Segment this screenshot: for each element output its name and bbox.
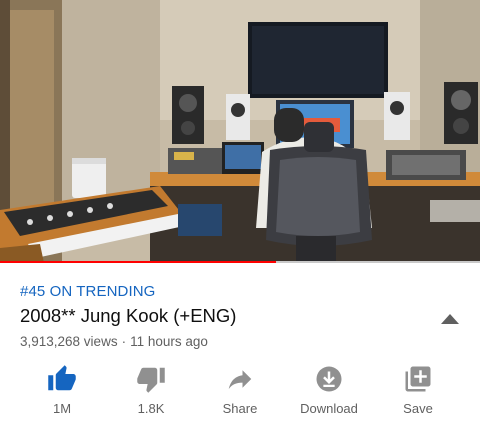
expand-description-button[interactable] — [437, 311, 463, 327]
video-player[interactable] — [0, 0, 480, 263]
upload-age: 11 hours ago — [130, 334, 208, 349]
share-label: Share — [222, 401, 258, 416]
thumb-up-icon — [47, 364, 77, 394]
view-count: 3,913,268 views — [20, 334, 118, 349]
like-count: 1M — [52, 401, 72, 416]
download-label: Download — [300, 401, 358, 416]
playlist-add-icon — [403, 364, 433, 394]
video-frame — [0, 0, 480, 263]
thumb-down-icon — [136, 364, 166, 394]
share-icon — [225, 364, 255, 394]
save-button[interactable]: Save — [373, 358, 463, 420]
progress-track[interactable] — [0, 261, 480, 263]
chevron-up-icon — [441, 314, 459, 324]
progress-fill — [0, 261, 276, 263]
meta-separator: · — [121, 334, 127, 349]
share-button[interactable]: Share — [195, 358, 285, 420]
action-bar: 1M 1.8K Share Download Save — [0, 358, 480, 420]
dislike-button[interactable]: 1.8K — [106, 358, 196, 420]
download-icon — [314, 364, 344, 394]
trending-badge[interactable]: #45 ON TRENDING — [20, 283, 155, 300]
video-title: 2008** Jung Kook (+ENG) — [20, 305, 237, 326]
dislike-count: 1.8K — [137, 401, 165, 416]
download-button[interactable]: Download — [284, 358, 374, 420]
save-label: Save — [403, 401, 433, 416]
like-button[interactable]: 1M — [17, 358, 107, 420]
video-meta: 3,913,268 views · 11 hours ago — [20, 334, 208, 349]
